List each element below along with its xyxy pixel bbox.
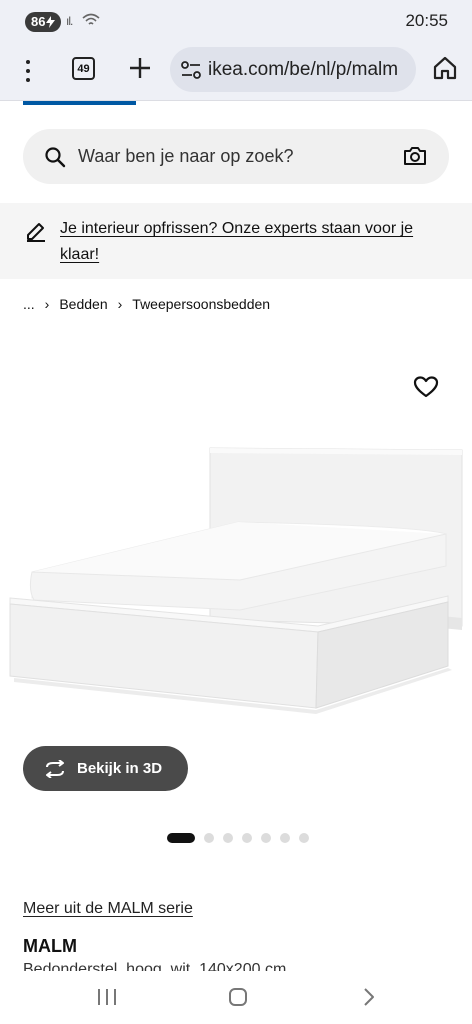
recent-apps-icon[interactable] [96, 988, 118, 1006]
wifi-icon [82, 13, 100, 25]
tabs-icon[interactable]: 49 [72, 57, 95, 80]
chevron-right-icon: › [117, 296, 123, 312]
product-description: Bedonderstel, hoog, wit, 140x200 cm [23, 961, 287, 971]
header-underline [23, 101, 136, 105]
gallery-dot-6[interactable] [280, 833, 290, 843]
url-text: ikea.com/be/nl/p/malm [208, 58, 399, 80]
promo-link[interactable]: Je interieur opfrissen? Onze experts sta… [60, 216, 455, 268]
gallery-dot-4[interactable] [242, 833, 252, 843]
battery-indicator: 86 [25, 12, 62, 32]
gallery-dot-3[interactable] [223, 833, 233, 843]
battery-level: 86 [31, 14, 46, 29]
rotate-3d-icon [46, 759, 64, 778]
gallery-dot-7[interactable] [299, 833, 309, 843]
series-link[interactable]: Meer uit de MALM serie [23, 900, 193, 918]
system-nav-bar [0, 974, 472, 1024]
search-input[interactable]: Waar ben je naar op zoek? [78, 146, 293, 167]
clock: 20:55 [405, 11, 448, 30]
heart-icon[interactable] [413, 375, 439, 399]
camera-icon[interactable] [403, 145, 427, 167]
breadcrumb-more[interactable]: ... [23, 296, 35, 312]
product-description-clip: Bedonderstel, hoog, wit, 140x200 cm [23, 960, 443, 971]
browser-toolbar: 49 ikea.com/be/nl/p/malm [0, 44, 472, 101]
status-bar: 86 ıl. 20:55 [0, 0, 472, 44]
battery-icon [46, 16, 56, 28]
product-name: MALM [23, 936, 77, 956]
home-icon[interactable] [432, 55, 458, 81]
product-image [9, 447, 463, 714]
breadcrumb-bedden[interactable]: Bedden [59, 296, 107, 312]
site-settings-icon[interactable] [180, 59, 202, 81]
gallery-dot-2[interactable] [204, 833, 214, 843]
pencil-icon [27, 223, 45, 242]
search-bar[interactable]: Waar ben je naar op zoek? [23, 129, 449, 184]
home-nav-icon[interactable] [228, 987, 248, 1007]
gallery-dot-1[interactable] [167, 833, 195, 843]
signal-icon: ıl. [66, 14, 73, 28]
plus-icon[interactable] [126, 54, 154, 82]
menu-icon[interactable] [18, 58, 38, 84]
gallery-dot-5[interactable] [261, 833, 271, 843]
view-3d-button[interactable]: Bekijk in 3D [23, 746, 188, 791]
breadcrumb: ... › Bedden › Tweepersoonsbedden [23, 294, 270, 314]
view-3d-label: Bekijk in 3D [77, 760, 163, 777]
address-bar[interactable]: ikea.com/be/nl/p/malm [170, 47, 416, 92]
back-icon[interactable] [362, 987, 376, 1007]
search-icon [45, 147, 66, 168]
breadcrumb-tweepersoonsbedden[interactable]: Tweepersoonsbedden [132, 296, 270, 312]
gallery-pagination [167, 832, 309, 844]
promo-banner: Je interieur opfrissen? Onze experts sta… [0, 203, 472, 279]
tab-count: 49 [77, 62, 90, 75]
chevron-right-icon: › [44, 296, 50, 312]
